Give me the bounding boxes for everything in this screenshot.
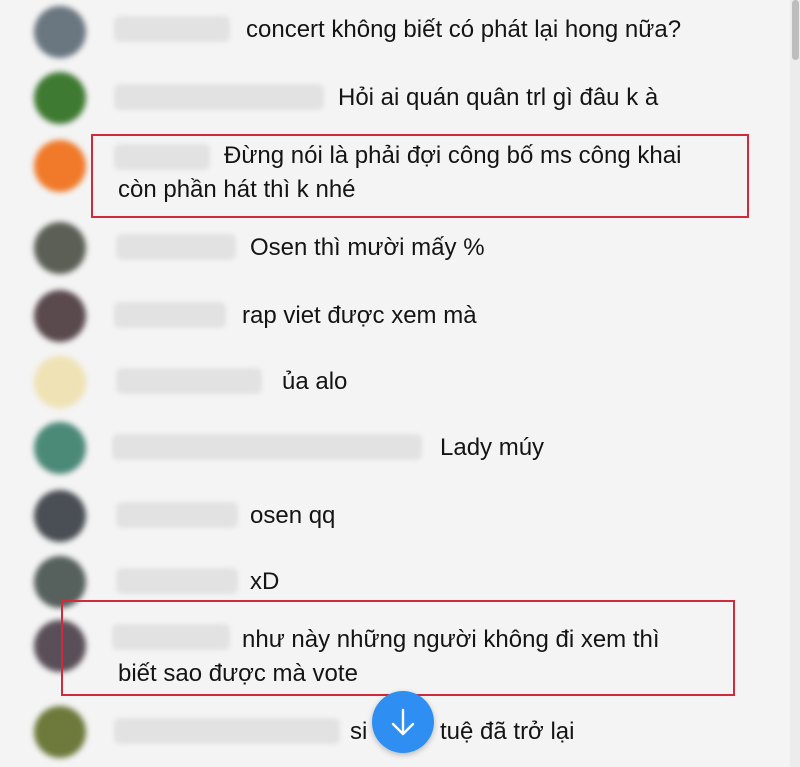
message-text: Lady múy xyxy=(440,434,545,461)
message-text-start: si xyxy=(350,718,368,745)
message-text: Osen thì mười mấy % xyxy=(250,234,485,261)
live-chat-feed: concert không biết có phát lại hong nữa?… xyxy=(0,0,790,767)
message-text: Hỏi ai quán quân trl gì đâu k à xyxy=(338,84,659,111)
message-text: osen qq xyxy=(250,502,336,529)
avatar[interactable] xyxy=(34,706,86,758)
message-text-end: tuệ đã trở lại xyxy=(440,718,575,745)
message-text: rap viet được xem mà xyxy=(242,302,477,329)
author-name-blurred[interactable] xyxy=(114,718,340,744)
author-name-blurred[interactable] xyxy=(116,502,238,528)
author-name-blurred[interactable] xyxy=(114,302,226,328)
avatar[interactable] xyxy=(34,356,86,408)
author-name-blurred[interactable] xyxy=(116,568,238,594)
author-name-blurred[interactable] xyxy=(114,84,324,110)
arrow-down-icon xyxy=(391,708,415,736)
message-text: concert không biết có phát lại hong nữa? xyxy=(246,16,682,43)
avatar[interactable] xyxy=(34,222,86,274)
avatar[interactable] xyxy=(34,290,86,342)
highlight-box xyxy=(91,134,749,218)
author-name-blurred[interactable] xyxy=(112,434,422,460)
author-name-blurred[interactable] xyxy=(116,368,262,394)
avatar[interactable] xyxy=(34,6,86,58)
author-name-blurred[interactable] xyxy=(114,16,230,42)
scroll-to-bottom-button[interactable] xyxy=(372,691,434,753)
avatar[interactable] xyxy=(34,72,86,124)
highlight-box xyxy=(61,600,735,696)
avatar[interactable] xyxy=(34,422,86,474)
author-name-blurred[interactable] xyxy=(116,234,236,260)
scrollbar[interactable] xyxy=(790,0,800,767)
scrollbar-thumb[interactable] xyxy=(792,0,799,60)
message-text: xD xyxy=(250,568,280,595)
avatar[interactable] xyxy=(34,140,86,192)
message-text: ủa alo xyxy=(282,368,348,395)
avatar[interactable] xyxy=(34,490,86,542)
